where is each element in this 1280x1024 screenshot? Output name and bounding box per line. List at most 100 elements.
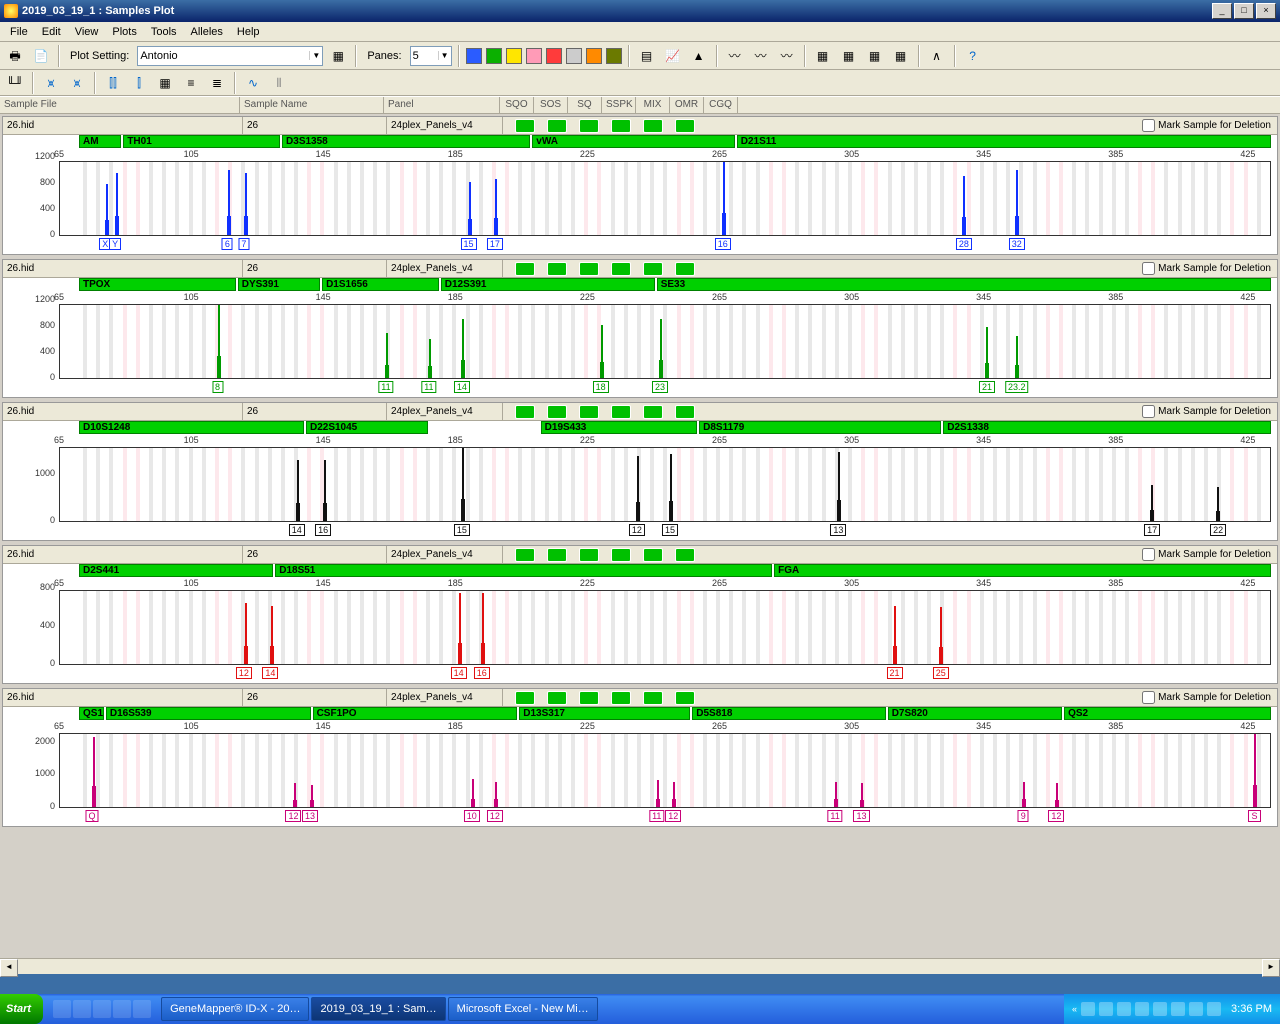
locus-label[interactable]: D5S818: [692, 707, 885, 720]
clock[interactable]: 3:36 PM: [1231, 1003, 1272, 1015]
table2-button[interactable]: ▦: [838, 45, 860, 67]
plot-area[interactable]: [59, 161, 1271, 236]
locus-label[interactable]: QS2: [1064, 707, 1271, 720]
plot-setting-select[interactable]: Antonio ▼: [137, 46, 323, 66]
help-button[interactable]: ?: [962, 45, 984, 67]
peak[interactable]: [940, 607, 942, 664]
col-panel[interactable]: Panel: [384, 97, 500, 113]
col-sos[interactable]: SOS: [534, 97, 568, 113]
locus-label[interactable]: D19S433: [541, 421, 697, 434]
col-sq[interactable]: SQ: [568, 97, 602, 113]
tray-expand-icon[interactable]: «: [1072, 1004, 1077, 1014]
allele-call[interactable]: 13: [853, 810, 869, 822]
allele-call[interactable]: 17: [487, 238, 503, 250]
dye-blue-toggle[interactable]: [466, 48, 482, 64]
electropherogram-chart[interactable]: 6510514518522526530534538542501000141615…: [3, 435, 1277, 540]
zoom2-button[interactable]: 〰: [750, 45, 772, 67]
peak[interactable]: [1217, 487, 1219, 521]
locus-label[interactable]: QS1: [79, 707, 104, 720]
col-mix[interactable]: MIX: [636, 97, 670, 113]
dye-grey-toggle[interactable]: [566, 48, 582, 64]
plot-area[interactable]: [59, 590, 1271, 665]
locus-label[interactable]: SE33: [657, 278, 1271, 291]
allele-call[interactable]: 15: [460, 238, 476, 250]
quality-indicator[interactable]: [675, 691, 695, 705]
peak[interactable]: [670, 454, 672, 521]
layer2-button[interactable]: ≣: [206, 72, 228, 94]
table4-button[interactable]: ▦: [890, 45, 912, 67]
menu-tools[interactable]: Tools: [145, 24, 183, 40]
dye-green-toggle[interactable]: [486, 48, 502, 64]
locus-label[interactable]: DYS391: [238, 278, 320, 291]
quality-indicator[interactable]: [515, 119, 535, 133]
peak[interactable]: [116, 173, 118, 235]
locus-label[interactable]: D1S1656: [322, 278, 439, 291]
peak[interactable]: [429, 339, 431, 378]
peak[interactable]: [1016, 170, 1018, 235]
allele-call[interactable]: 22: [1210, 524, 1226, 536]
allele-call[interactable]: 14: [289, 524, 305, 536]
tray-icon[interactable]: [1081, 1002, 1095, 1016]
col-sqo[interactable]: SQO: [500, 97, 534, 113]
taskbar-task[interactable]: Microsoft Excel - New Mi…: [448, 997, 598, 1021]
peak[interactable]: [1056, 783, 1058, 807]
quality-indicator[interactable]: [547, 691, 567, 705]
quality-indicator[interactable]: [547, 119, 567, 133]
peak[interactable]: [963, 176, 965, 235]
locus-label[interactable]: D3S1358: [282, 135, 530, 148]
locus-label[interactable]: TPOX: [79, 278, 236, 291]
locus-label[interactable]: D2S441: [79, 564, 273, 577]
col-sspk[interactable]: SSPK: [602, 97, 636, 113]
menu-help[interactable]: Help: [231, 24, 266, 40]
zoom3-button[interactable]: 〰: [776, 45, 798, 67]
electropherogram-chart[interactable]: 6510514518522526530534538542504008001214…: [3, 578, 1277, 683]
peak[interactable]: [93, 737, 95, 807]
plot-area[interactable]: [59, 304, 1271, 379]
allele-call[interactable]: 13: [302, 810, 318, 822]
allele-call[interactable]: 14: [454, 381, 470, 393]
allele-call[interactable]: 11: [378, 381, 393, 393]
peak[interactable]: [495, 179, 497, 235]
plot-area[interactable]: [59, 447, 1271, 522]
locus-label[interactable]: D13S317: [519, 707, 690, 720]
locus-label[interactable]: D16S539: [106, 707, 311, 720]
locus-label[interactable]: D21S11: [737, 135, 1271, 148]
quality-indicator[interactable]: [579, 405, 599, 419]
tray-icon[interactable]: [1135, 1002, 1149, 1016]
scaley2-button[interactable]: ⩙: [66, 72, 88, 94]
peak[interactable]: [1254, 734, 1256, 807]
link-button[interactable]: ╙╜: [4, 72, 26, 94]
allele-call[interactable]: 16: [315, 524, 331, 536]
tray-icon[interactable]: [1153, 1002, 1167, 1016]
tray-icon[interactable]: [1207, 1002, 1221, 1016]
quality-indicator[interactable]: [579, 119, 599, 133]
ql-media-icon[interactable]: [133, 1000, 151, 1018]
ql-firefox-icon[interactable]: [113, 1000, 131, 1018]
peak[interactable]: [311, 785, 313, 807]
mark-deletion-checkbox[interactable]: [1142, 691, 1155, 704]
separate-button[interactable]: 📈: [662, 45, 684, 67]
quality-indicator[interactable]: [579, 691, 599, 705]
peak[interactable]: [324, 460, 326, 521]
quality-indicator[interactable]: [675, 262, 695, 276]
locus-label[interactable]: D10S1248: [79, 421, 304, 434]
locus-label[interactable]: D8S1179: [699, 421, 941, 434]
menu-view[interactable]: View: [69, 24, 105, 40]
quality-indicator[interactable]: [611, 405, 631, 419]
allele-call[interactable]: 23.2: [1005, 381, 1029, 393]
peak[interactable]: [986, 327, 988, 378]
layer1-button[interactable]: ≡: [180, 72, 202, 94]
grid-button[interactable]: ▦: [154, 72, 176, 94]
peak[interactable]: [386, 333, 388, 378]
ql-explorer-icon[interactable]: [93, 1000, 111, 1018]
table1-button[interactable]: ▦: [812, 45, 834, 67]
peak[interactable]: [271, 606, 273, 664]
quality-indicator[interactable]: [643, 548, 663, 562]
quality-indicator[interactable]: [675, 405, 695, 419]
quality-indicator[interactable]: [675, 119, 695, 133]
quality-indicator[interactable]: [515, 262, 535, 276]
peak[interactable]: [673, 782, 675, 807]
allele-call[interactable]: 12: [285, 810, 301, 822]
quality-indicator[interactable]: [547, 548, 567, 562]
peak[interactable]: [297, 460, 299, 521]
